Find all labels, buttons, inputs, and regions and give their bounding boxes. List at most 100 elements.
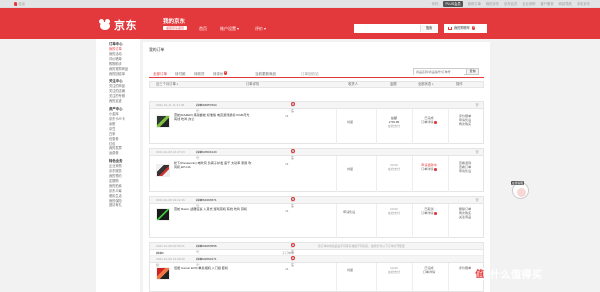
- th-amount: 金额: [390, 82, 397, 86]
- delete-order-icon[interactable]: 🗑: [475, 149, 479, 155]
- tab-recycle-bin[interactable]: 订单回收站: [301, 71, 319, 77]
- order-header: 2021-01-08 09:59:21 订单号： 224834053556 京东 …: [150, 243, 483, 254]
- search-input[interactable]: [355, 25, 419, 32]
- product-thumbnail[interactable]: [156, 115, 170, 128]
- top-link-sitemap[interactable]: 网站导航: [559, 2, 572, 6]
- customer-service-button[interactable]: 在线客服: [511, 181, 529, 199]
- cart-button[interactable]: 我的购物车 0: [444, 24, 487, 33]
- sidebar-item[interactable]: 我的回收单: [96, 72, 140, 77]
- plus-badge[interactable]: PLUS会员: [443, 1, 463, 7]
- cart-icon: [448, 26, 452, 30]
- top-link-service[interactable]: 客户服务: [540, 2, 553, 6]
- order-no-value[interactable]: 224834053556: [196, 243, 217, 249]
- th-label: 全部状态: [418, 82, 432, 86]
- watermark: 值 什么值得买: [473, 266, 543, 281]
- top-link-enterprise[interactable]: 企业采购: [522, 2, 535, 6]
- divider: [336, 263, 337, 291]
- header-search: 搜索: [354, 24, 438, 33]
- op-buy-again[interactable]: 再次购买: [452, 122, 478, 126]
- product-name[interactable]: 佳能 Canon EOS 单反相机 入门级 套机: [174, 266, 252, 270]
- chat-icon[interactable]: [291, 256, 295, 260]
- tab-pending-review[interactable]: 待评价1: [213, 71, 227, 77]
- status-link-label: 订单详情: [421, 120, 434, 125]
- top-link-mobile[interactable]: 手机京东: [577, 2, 590, 6]
- order-operations: 删除订单 再次购买 关注商品: [452, 207, 478, 220]
- top-link-member[interactable]: 京东会员: [504, 2, 517, 6]
- divider: [376, 204, 377, 238]
- th-receiver: 收货人: [348, 82, 358, 86]
- tab-pending-receipt[interactable]: 待收货: [194, 71, 205, 77]
- watermark-text: 什么值得买: [490, 270, 543, 281]
- status-detail-link[interactable]: 订单详情: [416, 270, 442, 274]
- chat-icon[interactable]: [291, 149, 295, 153]
- order-no-value[interactable]: 224693657694: [196, 102, 217, 108]
- top-link-orders[interactable]: 我的订单: [468, 2, 481, 6]
- nav-review[interactable]: 评价: [255, 26, 266, 32]
- order-amount: ¥0.00 在线支付: [382, 207, 406, 215]
- order-no-value[interactable]: 224861693571: [196, 197, 217, 203]
- receiver-name[interactable]: 刘星: [347, 267, 353, 272]
- order-body: 松下(Panasonic) 电吹风 负离子护发 速干 大功率 家用 吹风机 EH…: [150, 156, 483, 192]
- product-thumbnail[interactable]: [156, 208, 170, 221]
- divider: [412, 204, 413, 238]
- order-search-input[interactable]: [414, 69, 464, 75]
- top-link-myjd[interactable]: 我的京东: [486, 2, 499, 6]
- th-status-select[interactable]: 全部状态 ▾: [418, 82, 433, 87]
- order-search-button[interactable]: 查询: [466, 69, 478, 74]
- nav-account-settings[interactable]: 账户设置: [220, 26, 239, 32]
- delete-order-icon[interactable]: 🗑: [475, 102, 479, 108]
- sidebar-item[interactable]: 运费券: [96, 151, 140, 156]
- order-operations: 查看退款 查看订单 申请售后: [452, 161, 478, 174]
- order-header: 2021-01-08 19:12:16 订单号： 224861693571 京东 …: [150, 197, 483, 208]
- order-no-value[interactable]: 224842590171: [196, 256, 217, 262]
- product-name[interactable]: 雷蛇(RAZER) 炼狱蝰蛇 标准版 电竞游戏鼠标 RGB背光 有线 吃鸡 办公: [174, 113, 252, 122]
- split-note: 您订单中的商品在不同库房或属不同商家，故拆分为以下订单分开配送: [318, 244, 405, 248]
- delete-order-icon[interactable]: 🗑: [475, 197, 479, 203]
- status-dot-icon: [434, 121, 437, 124]
- th-period-select[interactable]: 近三个月订单 ▾: [156, 82, 178, 87]
- sidebar-group-assets: 资产中心 小金库 京东卡/E卡 余额 京豆 白条 优惠券 红包 我的发票 运费券: [96, 107, 140, 156]
- order-tabs: 全部订单 待付款 待收货 待评价1 当前更新商品 订单回收站 查询: [149, 68, 484, 78]
- product-name[interactable]: 雷蛇 Razer 战锤狂鲨 入耳式 游戏耳机 有线 吃鸡 耳机: [174, 207, 252, 211]
- status-dot-icon: [434, 168, 437, 171]
- search-button[interactable]: 搜索: [420, 25, 437, 32]
- pay-method: 在线支付: [387, 270, 401, 275]
- order-no-value[interactable]: 224843503143: [196, 149, 217, 155]
- product-thumbnail[interactable]: [156, 164, 170, 177]
- op-after-sale[interactable]: 申请售后: [452, 169, 478, 173]
- order-body: 雷蛇(RAZER) 炼狱蝰蛇 标准版 电竞游戏鼠标 RGB背光 有线 吃鸡 办公…: [150, 109, 483, 144]
- tab-label: 待付款: [175, 72, 186, 76]
- sidebar-item[interactable]: 我的足迹: [96, 99, 140, 104]
- sidebar-group-orders: 订单中心 我的订单 我的活动 评价晒单 购物助手 我的常购商品 我的回收单: [96, 42, 140, 76]
- location-selector[interactable]: 北京: [14, 1, 25, 7]
- after-sale-link[interactable]: 申请售后: [343, 209, 355, 214]
- th-operations: 操作: [456, 82, 463, 86]
- receiver-name[interactable]: 刘星: [347, 119, 353, 124]
- op-follow[interactable]: 关注商品: [452, 215, 478, 219]
- cart-count-badge: 0: [471, 26, 476, 30]
- tab-updated-products[interactable]: 当前更新商品: [255, 71, 276, 77]
- status-detail-link[interactable]: 订单详情: [416, 167, 442, 171]
- product-thumbnail[interactable]: [156, 267, 170, 280]
- product-name[interactable]: 松下(Panasonic) 电吹风 负离子护发 速干 大功率 家用 吹风机 EH…: [174, 161, 252, 170]
- sidebar-group-special: 特色业务 企业采购 京东服务 我的预约 定期购 我的拍卖 京东众筹 便民生活 我…: [96, 159, 140, 208]
- tab-all-orders[interactable]: 全部订单: [153, 71, 167, 78]
- receiver-name[interactable]: 刘星: [347, 166, 353, 171]
- chat-icon[interactable]: [291, 102, 295, 106]
- nav-account-label: 账户设置: [220, 26, 236, 31]
- jd-logo[interactable]: 京东: [98, 16, 137, 34]
- sidebar-item[interactable]: 邀请有礼: [96, 203, 140, 208]
- tab-pending-payment[interactable]: 待付款: [175, 71, 186, 77]
- nav-home[interactable]: 首页: [199, 26, 207, 32]
- chat-icon[interactable]: [291, 243, 295, 247]
- tab-label: 待评价: [213, 72, 224, 76]
- header: 京东 我的京东 返回京东首页 首页 账户设置 评价 搜索 我的购物车 0: [0, 8, 600, 39]
- status-detail-link[interactable]: 订单详情: [416, 120, 442, 124]
- back-home-button[interactable]: 返回京东首页: [163, 26, 188, 30]
- chat-icon[interactable]: [291, 197, 295, 201]
- order-card: 2021-01-08 19:12:16 订单号： 224861693571 京东 …: [149, 196, 484, 238]
- chevron-down-icon: ▾: [176, 83, 178, 86]
- status-detail-link[interactable]: 订单详情: [416, 211, 442, 215]
- top-bar: 北京 你好， PLUS会员 我的订单 我的京东 京东会员 企业采购 客户服务 网站导航 手机京东: [0, 0, 600, 8]
- tab-label: 当前更新商品: [255, 72, 276, 76]
